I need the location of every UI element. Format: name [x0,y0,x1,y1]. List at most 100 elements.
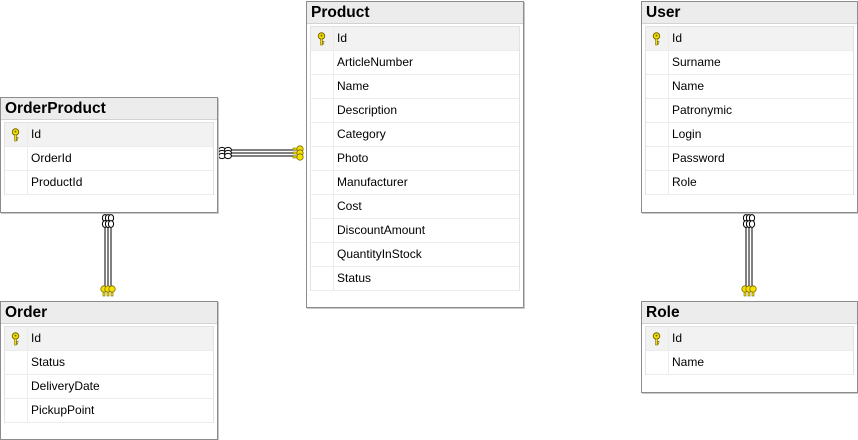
row-selector[interactable] [5,399,28,422]
table-title[interactable]: Role [642,302,857,324]
row-selector[interactable] [5,171,28,194]
primary-key-icon [317,32,326,46]
column-row[interactable]: Surname [646,51,853,75]
column-name: Id [337,31,348,45]
column-row[interactable]: Password [646,147,853,171]
row-selector[interactable] [311,123,334,146]
row-selector[interactable] [5,375,28,398]
column-row[interactable]: PickupPoint [5,399,213,423]
row-selector[interactable] [5,351,28,374]
relationship-orderproduct-order [104,224,112,288]
column-list: Id OrderId ProductId [4,122,214,195]
column-list: Id Name [645,326,854,375]
row-selector[interactable] [646,171,669,194]
column-name: Role [672,175,697,189]
column-row[interactable]: Id [646,27,853,51]
row-selector[interactable] [5,327,28,350]
column-name: PickupPoint [31,403,95,417]
column-list: Id ArticleNumber Name Description Category Ph… [310,26,520,291]
column-row[interactable]: Status [311,267,519,291]
table-title[interactable]: OrderProduct [1,98,217,120]
table-order[interactable]: Order Id Status DeliveryDate PickupPoint [0,301,218,440]
row-selector[interactable] [5,147,28,170]
column-row[interactable]: DeliveryDate [5,375,213,399]
column-row[interactable]: OrderId [5,147,213,171]
column-list: Id Surname Name Patronymic Login Password Role [645,26,854,195]
column-list: Id Status DeliveryDate PickupPoint [4,326,214,423]
column-row[interactable]: Status [5,351,213,375]
column-name: Id [31,127,42,141]
column-name: Password [672,151,725,165]
column-name: Status [31,355,66,369]
primary-key-icon [652,332,661,346]
column-name: Cost [337,199,362,213]
table-title[interactable]: Order [1,302,217,324]
column-name: Login [672,127,702,141]
row-selector[interactable] [646,147,669,170]
column-row[interactable]: Name [646,351,853,375]
row-selector[interactable] [311,27,334,50]
column-name: Id [31,331,42,345]
column-row[interactable]: Id [646,327,853,351]
column-row[interactable]: Login [646,123,853,147]
table-title[interactable]: User [642,2,857,24]
column-name: Name [672,79,705,93]
column-name: Photo [337,151,369,165]
row-selector[interactable] [311,75,334,98]
relationship-orderproduct-product [226,149,298,157]
row-selector[interactable] [646,123,669,146]
relationship-user-role [745,224,753,288]
column-row[interactable]: ArticleNumber [311,51,519,75]
table-user[interactable]: User Id Surname Name Patronymic Login Passwor… [641,1,858,213]
column-row[interactable]: Cost [311,195,519,219]
column-row[interactable]: Id [311,27,519,51]
primary-key-icon [652,32,661,46]
column-row[interactable]: Role [646,171,853,195]
row-selector[interactable] [646,27,669,50]
row-selector[interactable] [311,243,334,266]
column-name: Patronymic [672,103,733,117]
table-orderproduct[interactable]: OrderProduct Id OrderId ProductId [0,97,218,213]
row-selector[interactable] [646,327,669,350]
column-row[interactable]: Manufacturer [311,171,519,195]
column-name: Status [337,271,372,285]
row-selector[interactable] [646,51,669,74]
column-row[interactable]: Name [646,75,853,99]
column-name: Name [337,79,370,93]
table-title[interactable]: Product [307,2,523,24]
row-selector[interactable] [311,99,334,122]
column-name: Description [337,103,398,117]
row-selector[interactable] [646,99,669,122]
key-icon [741,285,757,297]
row-selector[interactable] [5,123,28,146]
row-selector[interactable] [311,267,334,290]
column-name: OrderId [31,151,72,165]
infinity-icon [101,214,115,228]
column-row[interactable]: ProductId [5,171,213,195]
column-name: Id [672,31,683,45]
column-row[interactable]: Category [311,123,519,147]
column-row[interactable]: Patronymic [646,99,853,123]
row-selector[interactable] [311,51,334,74]
column-row[interactable]: Photo [311,147,519,171]
row-selector[interactable] [311,171,334,194]
primary-key-icon [11,128,20,142]
column-name: ProductId [31,175,83,189]
column-row[interactable]: DiscountAmount [311,219,519,243]
row-selector[interactable] [311,219,334,242]
row-selector[interactable] [311,195,334,218]
column-row[interactable]: Name [311,75,519,99]
primary-key-icon [11,332,20,346]
infinity-icon [742,214,756,228]
column-name: Category [337,127,386,141]
table-role[interactable]: Role Id Name [641,301,858,393]
column-row[interactable]: Id [5,327,213,351]
row-selector[interactable] [646,351,669,374]
column-row[interactable]: Description [311,99,519,123]
column-row[interactable]: Id [5,123,213,147]
column-name: DeliveryDate [31,379,100,393]
column-row[interactable]: QuantityInStock [311,243,519,267]
row-selector[interactable] [311,147,334,170]
row-selector[interactable] [646,75,669,98]
table-product[interactable]: Product Id ArticleNumber Name Description Ca… [306,1,524,308]
